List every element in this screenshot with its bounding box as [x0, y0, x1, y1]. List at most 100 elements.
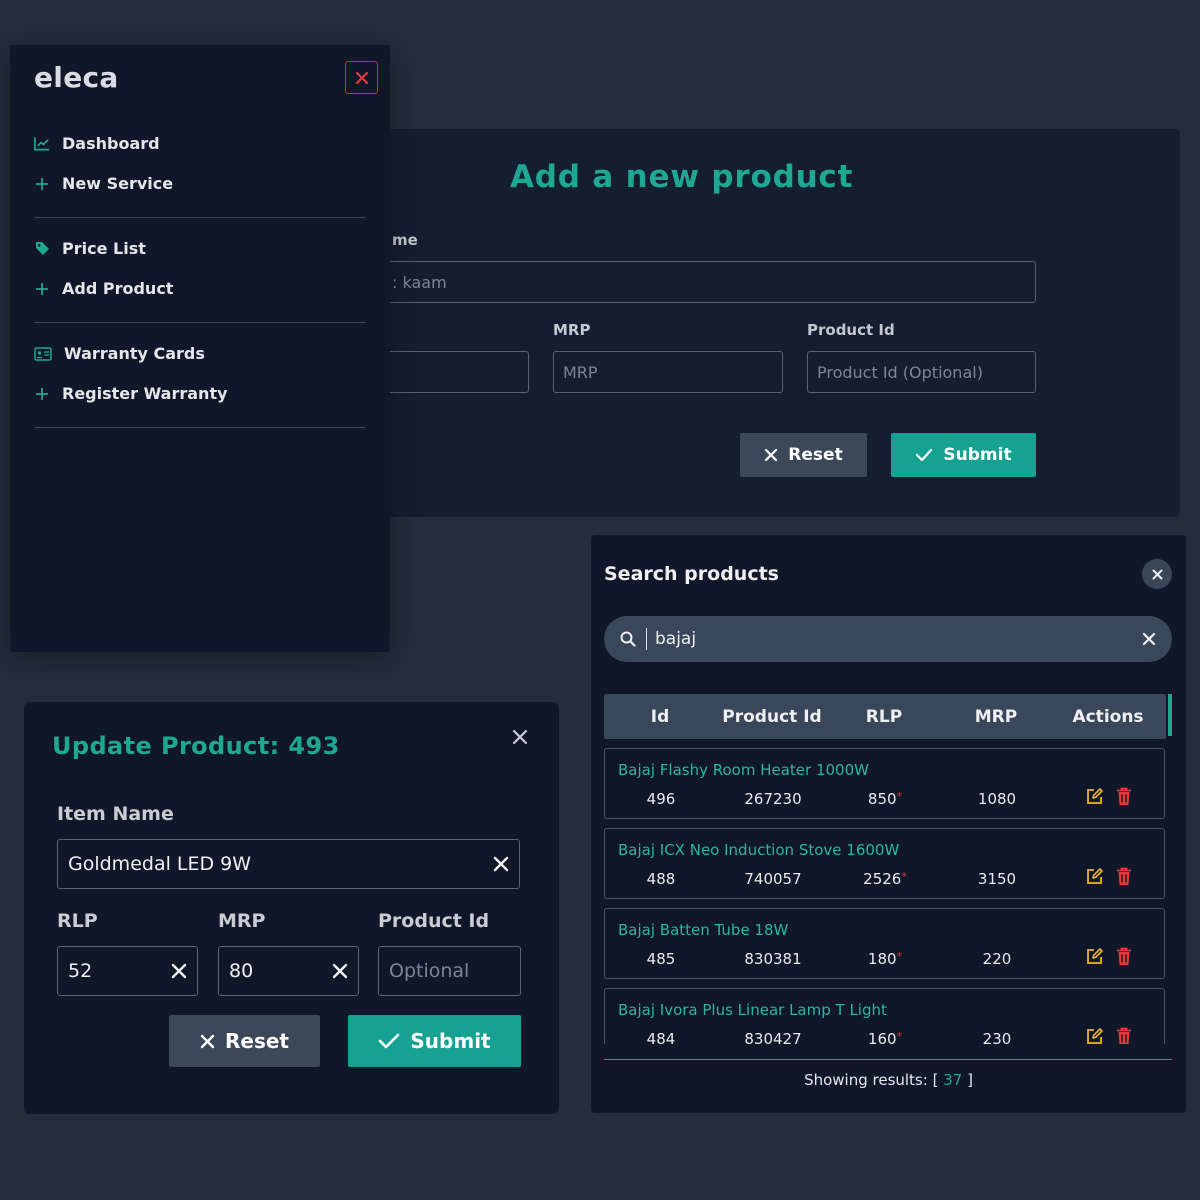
- chart-line-icon: [34, 136, 50, 152]
- sidebar-item-label: Warranty Cards: [64, 344, 205, 363]
- table-row[interactable]: Bajaj Flashy Room Heater 1000W 496 26723…: [604, 748, 1165, 819]
- check-icon: [379, 1033, 400, 1049]
- cell-mrp: 220: [982, 950, 1012, 968]
- add-product-panel: Add a new product me : kaam MRP MRP Prod…: [340, 129, 1180, 517]
- product-id-label: Product Id: [807, 321, 895, 339]
- clear-icon[interactable]: [1142, 632, 1156, 646]
- cell-product-id: 830427: [744, 1030, 802, 1044]
- item-name-input[interactable]: Goldmedal LED 9W: [57, 839, 520, 889]
- product-id-label: Product Id: [378, 910, 490, 932]
- clear-icon[interactable]: [171, 963, 187, 979]
- trash-icon[interactable]: [1116, 787, 1132, 806]
- cell-product-id: 740057: [744, 870, 802, 888]
- mrp-label: MRP: [553, 321, 591, 339]
- edit-icon[interactable]: [1085, 1027, 1104, 1044]
- trash-icon[interactable]: [1116, 947, 1132, 966]
- close-icon: [200, 1034, 215, 1048]
- brand-logo: eleca: [34, 61, 119, 94]
- product-name-input[interactable]: : kaam: [340, 261, 1036, 303]
- sidebar-item-label: Price List: [62, 239, 146, 258]
- rlp-label: RLP: [57, 910, 98, 932]
- mrp-input[interactable]: 80: [218, 946, 359, 996]
- product-id-input[interactable]: Optional: [378, 946, 521, 996]
- sidebar-close-button[interactable]: [345, 61, 378, 94]
- table-row[interactable]: Bajaj Batten Tube 18W 485 830381 180* 22…: [604, 908, 1165, 979]
- item-name-value: Goldmedal LED 9W: [68, 853, 252, 875]
- update-close-button[interactable]: [511, 728, 529, 750]
- table-row[interactable]: Bajaj ICX Neo Induction Stove 1600W 488 …: [604, 828, 1165, 899]
- cell-mrp: 1080: [977, 790, 1017, 808]
- search-input[interactable]: bajaj: [604, 616, 1172, 662]
- update-product-title: Update Product: 493: [52, 732, 340, 760]
- cell-rlp: 160*: [867, 1030, 903, 1044]
- plus-icon: [34, 281, 50, 297]
- cell-product-id: 830381: [744, 950, 802, 968]
- plus-icon: [34, 386, 50, 402]
- sidebar: eleca Dashboard New Service Price List A…: [10, 45, 390, 652]
- product-name: Bajaj Ivora Plus Linear Lamp T Light: [618, 1001, 887, 1019]
- reset-button-label: Reset: [225, 1029, 289, 1053]
- submit-button[interactable]: Submit: [348, 1015, 521, 1067]
- sidebar-item-price-list[interactable]: Price List: [34, 239, 146, 258]
- item-name-label: Item Name: [57, 803, 174, 825]
- search-close-button[interactable]: [1142, 559, 1172, 589]
- sidebar-item-new-service[interactable]: New Service: [34, 174, 173, 193]
- results-divider: [604, 1059, 1172, 1060]
- column-header-rlp: RLP: [865, 706, 903, 727]
- reset-button-label: Reset: [788, 445, 843, 465]
- edit-icon[interactable]: [1085, 787, 1104, 806]
- rlp-input[interactable]: 52: [57, 946, 198, 996]
- cell-id: 484: [646, 1030, 676, 1044]
- edit-icon[interactable]: [1085, 867, 1104, 886]
- plus-icon: [34, 176, 50, 192]
- clear-icon[interactable]: [332, 963, 348, 979]
- product-name-label: me: [392, 231, 418, 249]
- mrp-value: 80: [229, 960, 254, 982]
- search-icon: [620, 631, 636, 647]
- sidebar-item-label: New Service: [62, 174, 174, 193]
- sidebar-item-add-product[interactable]: Add Product: [34, 279, 173, 298]
- reset-button[interactable]: Reset: [740, 433, 867, 477]
- cell-id: 496: [646, 790, 676, 808]
- submit-button-label: Submit: [943, 445, 1012, 465]
- id-card-icon: [34, 346, 52, 362]
- table-row[interactable]: Bajaj Ivora Plus Linear Lamp T Light 484…: [604, 988, 1165, 1044]
- submit-button[interactable]: Submit: [891, 433, 1036, 477]
- check-icon: [916, 448, 933, 462]
- cell-rlp: 850*: [867, 790, 903, 808]
- close-icon: [1152, 569, 1162, 579]
- reset-button[interactable]: Reset: [169, 1015, 320, 1067]
- rlp-value: 52: [68, 960, 93, 982]
- column-header-mrp: MRP: [974, 706, 1018, 727]
- cell-product-id: 267230: [744, 790, 802, 808]
- scrollbar-thumb[interactable]: [1168, 694, 1172, 736]
- product-name: Bajaj ICX Neo Induction Stove 1600W: [618, 841, 900, 859]
- search-title: Search products: [604, 563, 779, 585]
- results-count: Showing results: [ 37 ]: [804, 1071, 973, 1089]
- trash-icon[interactable]: [1116, 1027, 1132, 1044]
- sidebar-item-label: Register Warranty: [62, 384, 228, 403]
- trash-icon[interactable]: [1116, 867, 1132, 886]
- results-list: Bajaj Flashy Room Heater 1000W 496 26723…: [604, 748, 1166, 1044]
- sidebar-item-register-warranty[interactable]: Register Warranty: [34, 384, 228, 403]
- submit-button-label: Submit: [410, 1029, 491, 1053]
- column-header-product-id: Product Id: [722, 706, 822, 727]
- update-product-panel: Update Product: 493 Item Name Goldmedal …: [24, 702, 559, 1114]
- sidebar-divider: [34, 322, 366, 323]
- product-name: Bajaj Batten Tube 18W: [618, 921, 789, 939]
- sidebar-item-dashboard[interactable]: Dashboard: [34, 134, 160, 153]
- search-query: bajaj: [646, 628, 1142, 650]
- edit-icon[interactable]: [1085, 947, 1104, 966]
- product-id-input[interactable]: Product Id (Optional): [807, 351, 1036, 393]
- cell-rlp: 2526*: [863, 870, 907, 888]
- sidebar-item-warranty-cards[interactable]: Warranty Cards: [34, 344, 205, 363]
- clear-icon[interactable]: [493, 856, 509, 872]
- search-products-panel: Search products bajaj Id Product Id RLP …: [591, 535, 1186, 1113]
- cell-mrp: 3150: [977, 870, 1017, 888]
- column-header-actions: Actions: [1072, 706, 1144, 727]
- add-product-title: Add a new product: [510, 159, 854, 195]
- product-name: Bajaj Flashy Room Heater 1000W: [618, 761, 869, 779]
- mrp-input[interactable]: MRP: [553, 351, 783, 393]
- tag-icon: [34, 241, 50, 257]
- cell-id: 485: [646, 950, 676, 968]
